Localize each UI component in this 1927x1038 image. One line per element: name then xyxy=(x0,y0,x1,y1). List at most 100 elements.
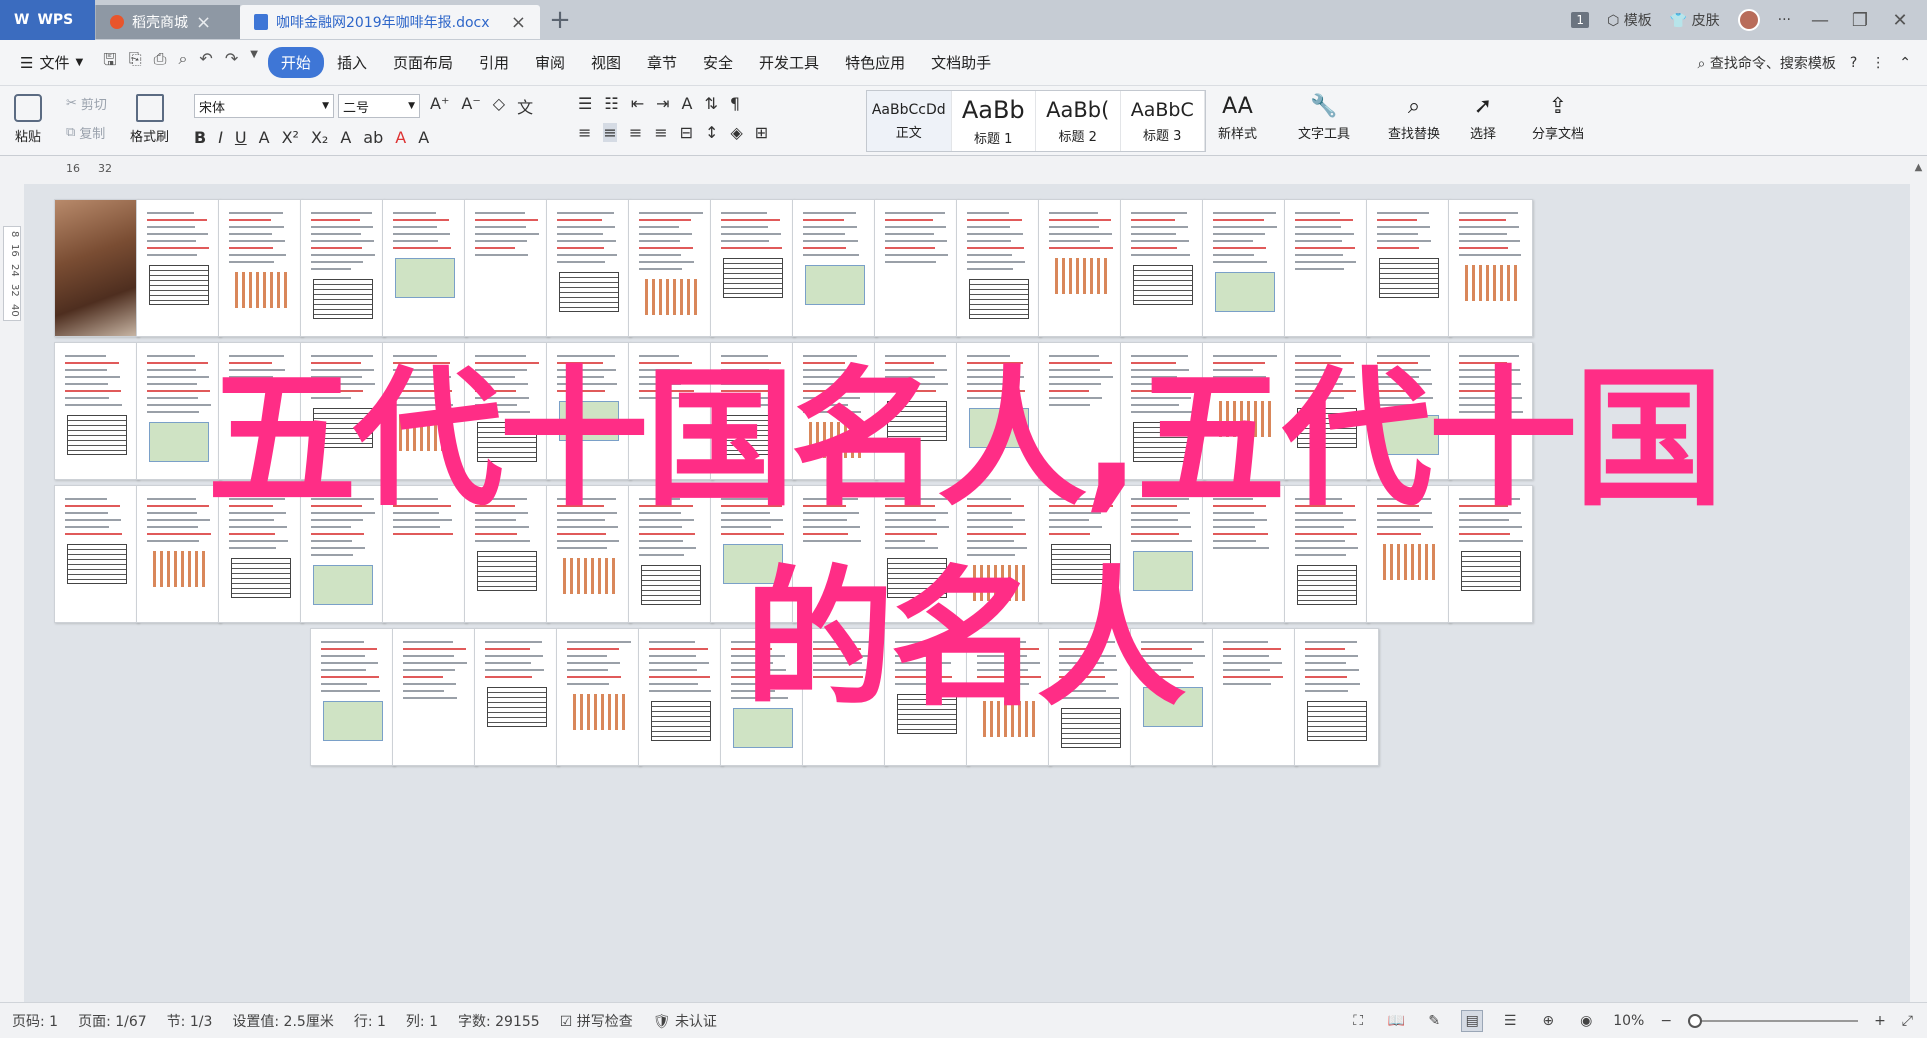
line-spacing-icon[interactable]: ↕ xyxy=(705,123,718,142)
page-thumbnail[interactable] xyxy=(628,199,713,337)
new-style-button[interactable]: AA 新样式 xyxy=(1218,94,1257,142)
command-search[interactable]: ⌕ 查找命令、搜索模板 xyxy=(1698,53,1836,73)
template-button[interactable]: ⬡ 模板 xyxy=(1607,10,1652,30)
align-center-icon[interactable]: ≡ xyxy=(603,123,617,142)
word-count[interactable]: 字数: 29155 xyxy=(458,1011,540,1031)
tab-view[interactable]: 视图 xyxy=(578,47,634,78)
align-left-icon[interactable]: ≡ xyxy=(578,123,591,142)
page-thumbnail[interactable] xyxy=(300,199,385,337)
page-thumbnail[interactable] xyxy=(382,199,467,337)
tab-review[interactable]: 审阅 xyxy=(522,47,578,78)
numbered-list-icon[interactable]: ☷ xyxy=(604,94,618,113)
tab-doc-assistant[interactable]: 文档助手 xyxy=(918,47,1004,78)
page-thumbnail[interactable] xyxy=(792,199,877,337)
copy-button[interactable]: ⧉ 复制 xyxy=(66,123,107,142)
page-thumbnail[interactable] xyxy=(464,199,549,337)
close-icon[interactable]: × xyxy=(196,12,211,33)
page-count[interactable]: 页面: 1/67 xyxy=(78,1011,147,1031)
more-icon[interactable]: ··· xyxy=(1778,12,1791,28)
font-name-select[interactable]: 宋体 ▼ xyxy=(194,94,334,118)
highlight-icon[interactable]: ab xyxy=(363,128,383,147)
page-thumbnail[interactable] xyxy=(136,199,221,337)
format-painter-button[interactable]: 格式刷 xyxy=(130,94,169,145)
skin-button[interactable]: 👕 皮肤 xyxy=(1670,10,1720,30)
font-color-icon[interactable]: A xyxy=(395,128,406,147)
superscript-icon[interactable]: X² xyxy=(282,128,299,147)
find-replace-button[interactable]: ⌕ 查找替换 xyxy=(1388,94,1440,142)
help-icon[interactable]: ? xyxy=(1850,55,1857,71)
page-thumbnail[interactable] xyxy=(546,199,631,337)
grow-font-icon[interactable]: A⁺ xyxy=(430,94,449,118)
phonetic-icon[interactable]: 文 xyxy=(517,94,533,118)
tab-home[interactable]: 开始 xyxy=(267,47,324,78)
fit-page-icon[interactable]: ⤢ xyxy=(1902,1013,1913,1029)
page-thumbnail[interactable] xyxy=(1038,199,1123,337)
borders-icon[interactable]: ⊞ xyxy=(755,123,768,142)
redo-icon[interactable]: ↷ xyxy=(225,49,238,76)
export-pdf-icon[interactable]: ⎘ xyxy=(129,49,142,76)
shrink-font-icon[interactable]: A⁻ xyxy=(461,94,480,118)
tab-references[interactable]: 引用 xyxy=(466,47,522,78)
auth-status[interactable]: 🛡 未认证 xyxy=(653,1011,717,1031)
increase-indent-icon[interactable]: ⇥ xyxy=(656,94,669,113)
style-heading-2[interactable]: AaBb( 标题 2 xyxy=(1036,91,1121,151)
collapse-ribbon-icon[interactable]: ⌃ xyxy=(1899,55,1911,71)
horizontal-ruler[interactable]: 16 32 xyxy=(0,156,1927,184)
fullscreen-icon[interactable]: ⛶ xyxy=(1347,1010,1369,1032)
close-icon[interactable]: × xyxy=(511,12,526,33)
wps-home-tab[interactable]: W WPS xyxy=(0,0,95,40)
print-icon[interactable]: ⎙ xyxy=(154,49,167,76)
page-number[interactable]: 页码: 1 xyxy=(12,1011,58,1031)
align-right-icon[interactable]: ≡ xyxy=(629,123,642,142)
style-heading-3[interactable]: AaBbC 标题 3 xyxy=(1121,91,1205,151)
style-heading-1[interactable]: AaBb 标题 1 xyxy=(952,91,1036,151)
page-view-icon[interactable]: ▤ xyxy=(1461,1009,1484,1032)
tab-insert[interactable]: 插入 xyxy=(324,47,380,78)
print-preview-icon[interactable]: ⌕ xyxy=(178,49,187,76)
avatar[interactable] xyxy=(1737,9,1760,31)
page-thumbnail[interactable] xyxy=(1448,199,1533,337)
share-doc-button[interactable]: ⇪ 分享文档 xyxy=(1532,94,1584,142)
shading-icon[interactable]: ◈ xyxy=(730,123,742,142)
tab-security[interactable]: 安全 xyxy=(690,47,746,78)
italic-icon[interactable]: I xyxy=(218,128,223,147)
sort-icon[interactable]: ⇅ xyxy=(704,94,717,113)
column[interactable]: 列: 1 xyxy=(406,1011,438,1031)
page-thumbnail[interactable] xyxy=(1366,199,1451,337)
read-mode-icon[interactable]: 📖 xyxy=(1385,1010,1407,1032)
file-menu[interactable]: ☰ 文件 ▼ xyxy=(10,52,93,73)
spell-check[interactable]: ☑ 拼写检查 xyxy=(560,1011,633,1031)
undo-icon[interactable]: ↶ xyxy=(199,49,212,76)
write-mode-icon[interactable]: ✎ xyxy=(1423,1010,1445,1032)
page-thumbnail[interactable] xyxy=(1202,199,1287,337)
font-size-select[interactable]: 二号 ▼ xyxy=(338,94,420,118)
justify-icon[interactable]: ≡ xyxy=(654,123,667,142)
zoom-in-icon[interactable]: + xyxy=(1874,1013,1886,1029)
chevron-down-icon[interactable]: ▼ xyxy=(250,49,258,76)
zoom-level[interactable]: 10% xyxy=(1613,1013,1644,1029)
eye-protection-icon[interactable]: ◉ xyxy=(1575,1010,1597,1032)
zoom-slider[interactable] xyxy=(1688,1013,1859,1028)
chinese-layout-icon[interactable]: A xyxy=(682,94,693,113)
more-icon[interactable]: ⋮ xyxy=(1871,55,1885,71)
bullet-list-icon[interactable]: ☰ xyxy=(578,94,592,113)
tab-page-layout[interactable]: 页面布局 xyxy=(380,47,466,78)
clear-format-icon[interactable]: ◇ xyxy=(493,94,505,118)
char-shading-icon[interactable]: A xyxy=(418,128,429,147)
row[interactable]: 行: 1 xyxy=(354,1011,386,1031)
window-count-badge[interactable]: 1 xyxy=(1571,12,1590,28)
restore-icon[interactable]: ❐ xyxy=(1849,10,1871,31)
text-tools-button[interactable]: 🔧 文字工具 xyxy=(1298,94,1350,142)
page-thumbnail[interactable] xyxy=(218,199,303,337)
tab-chapter[interactable]: 章节 xyxy=(634,47,690,78)
new-tab-button[interactable]: + xyxy=(540,0,580,40)
tab-daoke-store[interactable]: 稻壳商城 × xyxy=(95,5,240,39)
save-icon[interactable]: 🖫 xyxy=(103,49,117,76)
underline-icon[interactable]: U xyxy=(235,128,247,147)
scroll-up-icon[interactable]: ▲ xyxy=(1910,162,1927,173)
page-thumbnail[interactable] xyxy=(54,199,139,337)
section[interactable]: 节: 1/3 xyxy=(167,1011,213,1031)
zoom-out-icon[interactable]: − xyxy=(1660,1013,1672,1029)
minimize-icon[interactable]: — xyxy=(1809,10,1831,31)
outline-view-icon[interactable]: ☰ xyxy=(1499,1010,1521,1032)
